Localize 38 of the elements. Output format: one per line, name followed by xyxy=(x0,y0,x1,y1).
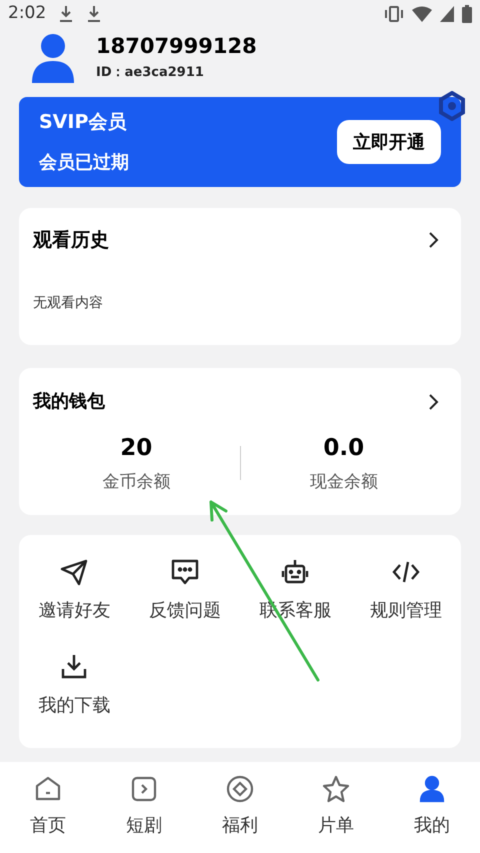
download-icon xyxy=(86,5,102,23)
balance-label: 现金余额 xyxy=(310,470,378,494)
vip-title: SVIP会员 xyxy=(39,110,128,136)
action-label[interactable]: 反馈问题 xyxy=(148,597,221,624)
nav-tab[interactable]: 福利 xyxy=(192,774,288,853)
empty-history-text: 无观看内容 xyxy=(33,294,104,312)
settings-icon[interactable] xyxy=(437,91,467,121)
star-icon xyxy=(321,774,351,804)
play-square-icon xyxy=(129,774,159,804)
nav-tab[interactable]: 短剧 xyxy=(96,774,192,853)
action-label[interactable]: 规则管理 xyxy=(370,597,442,624)
vibrate-icon xyxy=(384,6,404,22)
chevron-right-icon[interactable] xyxy=(427,231,439,250)
wallet-title[interactable]: 我的钱包 xyxy=(33,388,105,415)
phone-number: 18707999128 xyxy=(96,33,257,60)
action-label[interactable]: 我的下载 xyxy=(38,692,110,719)
signal-icon xyxy=(440,6,454,22)
vip-status: 会员已过期 xyxy=(39,150,129,175)
chevron-right-icon[interactable] xyxy=(427,392,439,410)
download-icon xyxy=(58,5,74,23)
action-label[interactable]: 邀请好友 xyxy=(38,597,110,624)
activate-button[interactable]: 立即开通 xyxy=(337,120,441,164)
user-icon xyxy=(417,774,447,804)
avatar-icon[interactable] xyxy=(30,33,76,83)
coin-icon xyxy=(225,774,255,804)
user-id: ID：ae3ca2911 xyxy=(96,64,205,82)
wifi-icon xyxy=(412,6,432,22)
nav-tab[interactable]: 首页 xyxy=(0,774,96,853)
history-title[interactable]: 观看历史 xyxy=(33,226,109,254)
send-icon[interactable] xyxy=(59,557,90,587)
balance-value: 20 xyxy=(120,434,152,463)
status-time: 2:02 xyxy=(8,2,46,26)
battery-icon xyxy=(462,5,472,23)
nav-tab[interactable]: 我的 xyxy=(384,774,480,853)
balance-value: 0.0 xyxy=(323,434,364,463)
balance-label: 金币余额 xyxy=(102,470,170,494)
nav-tab[interactable]: 片单 xyxy=(288,774,384,853)
chat-icon[interactable] xyxy=(170,557,200,587)
